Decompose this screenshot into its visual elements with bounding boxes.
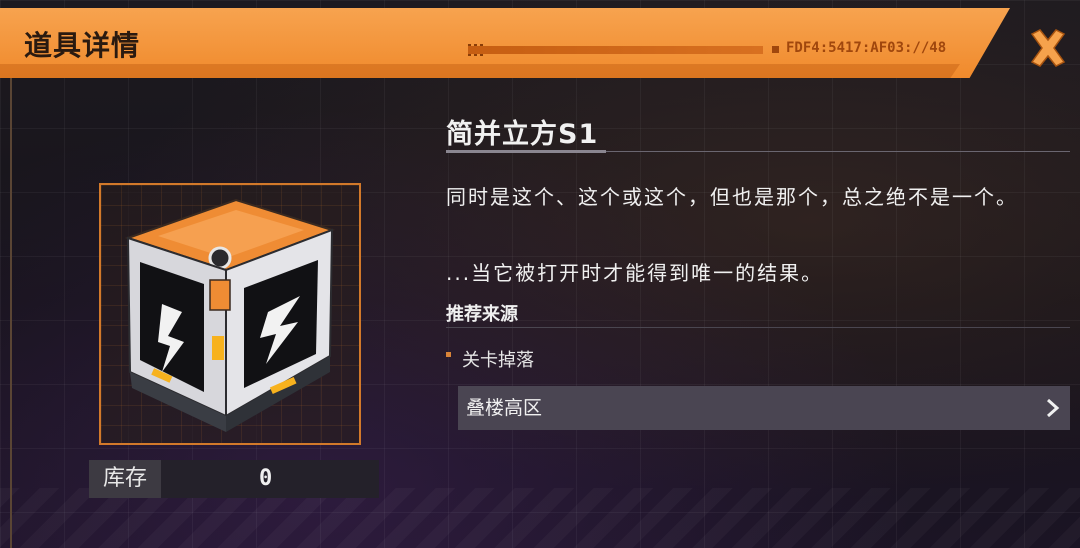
source-type-label: 关卡掉落	[462, 350, 534, 371]
bullet-icon	[446, 352, 451, 357]
stock-label: 库存	[89, 460, 161, 498]
item-name: 简并立方S1	[446, 119, 599, 150]
section-divider	[446, 327, 1070, 328]
close-x-icon	[1030, 29, 1066, 67]
item-description: 同时是这个、这个或这个，但也是那个，总之绝不是一个。	[446, 185, 1018, 209]
source-section-title: 推荐来源	[446, 304, 518, 325]
name-divider-accent	[446, 150, 606, 153]
header-code-marker	[772, 46, 779, 53]
orange-crate-s-icon	[124, 198, 336, 432]
source-location-button[interactable]: 叠楼高区	[458, 386, 1070, 430]
stock-panel: 库存 0	[89, 460, 379, 498]
header-shade	[0, 64, 960, 78]
source-location-label: 叠楼高区	[466, 397, 543, 419]
header-decor-bar	[468, 46, 763, 54]
chevron-right-icon	[1047, 398, 1060, 418]
close-button[interactable]	[1018, 22, 1078, 74]
item-description-2: ...当它被打开时才能得到唯一的结果。	[446, 261, 824, 285]
stock-value: 0	[259, 466, 273, 491]
page-title: 道具详情	[24, 29, 141, 62]
header-code: FDF4:5417:AF03://48	[786, 40, 947, 56]
panel-left-edge	[10, 78, 12, 548]
